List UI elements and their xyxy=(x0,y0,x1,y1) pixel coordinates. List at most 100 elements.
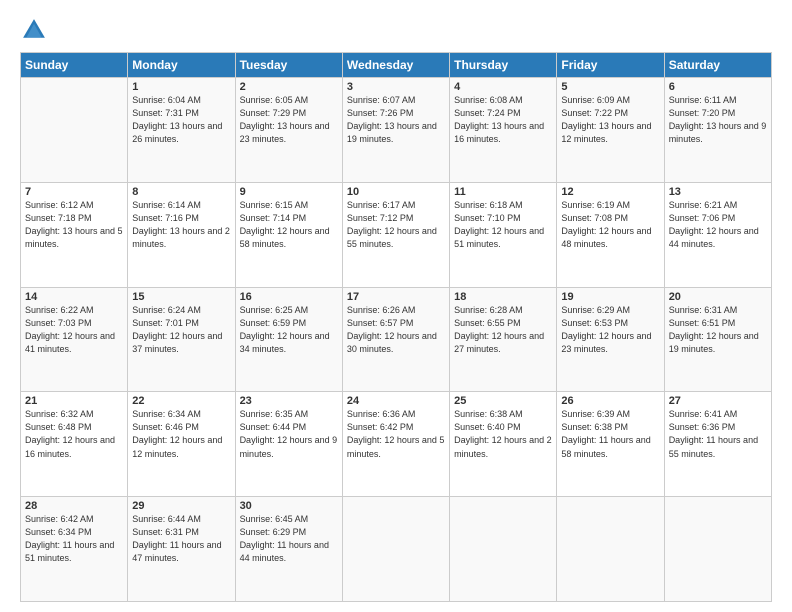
day-info: Sunrise: 6:38 AMSunset: 6:40 PMDaylight:… xyxy=(454,408,552,460)
day-number: 18 xyxy=(454,291,552,303)
day-info: Sunrise: 6:21 AMSunset: 7:06 PMDaylight:… xyxy=(669,199,767,251)
day-info: Sunrise: 6:45 AMSunset: 6:29 PMDaylight:… xyxy=(240,513,338,565)
week-row-1: 1Sunrise: 6:04 AMSunset: 7:31 PMDaylight… xyxy=(21,78,772,183)
day-cell: 8Sunrise: 6:14 AMSunset: 7:16 PMDaylight… xyxy=(128,182,235,287)
day-info: Sunrise: 6:24 AMSunset: 7:01 PMDaylight:… xyxy=(132,304,230,356)
day-info: Sunrise: 6:19 AMSunset: 7:08 PMDaylight:… xyxy=(561,199,659,251)
day-info: Sunrise: 6:35 AMSunset: 6:44 PMDaylight:… xyxy=(240,408,338,460)
day-info: Sunrise: 6:28 AMSunset: 6:55 PMDaylight:… xyxy=(454,304,552,356)
day-cell: 22Sunrise: 6:34 AMSunset: 6:46 PMDayligh… xyxy=(128,392,235,497)
day-cell xyxy=(21,78,128,183)
day-cell: 17Sunrise: 6:26 AMSunset: 6:57 PMDayligh… xyxy=(342,287,449,392)
day-number: 16 xyxy=(240,291,338,303)
weekday-header-monday: Monday xyxy=(128,53,235,78)
day-cell: 20Sunrise: 6:31 AMSunset: 6:51 PMDayligh… xyxy=(664,287,771,392)
day-number: 8 xyxy=(132,186,230,198)
day-number: 17 xyxy=(347,291,445,303)
header xyxy=(20,16,772,44)
day-info: Sunrise: 6:17 AMSunset: 7:12 PMDaylight:… xyxy=(347,199,445,251)
day-cell: 25Sunrise: 6:38 AMSunset: 6:40 PMDayligh… xyxy=(450,392,557,497)
weekday-header-row: SundayMondayTuesdayWednesdayThursdayFrid… xyxy=(21,53,772,78)
day-cell xyxy=(450,497,557,602)
day-cell: 12Sunrise: 6:19 AMSunset: 7:08 PMDayligh… xyxy=(557,182,664,287)
day-number: 13 xyxy=(669,186,767,198)
day-info: Sunrise: 6:05 AMSunset: 7:29 PMDaylight:… xyxy=(240,94,338,146)
day-cell xyxy=(557,497,664,602)
day-cell: 24Sunrise: 6:36 AMSunset: 6:42 PMDayligh… xyxy=(342,392,449,497)
day-info: Sunrise: 6:29 AMSunset: 6:53 PMDaylight:… xyxy=(561,304,659,356)
day-cell xyxy=(664,497,771,602)
day-number: 5 xyxy=(561,81,659,93)
day-number: 22 xyxy=(132,395,230,407)
day-cell: 30Sunrise: 6:45 AMSunset: 6:29 PMDayligh… xyxy=(235,497,342,602)
day-info: Sunrise: 6:32 AMSunset: 6:48 PMDaylight:… xyxy=(25,408,123,460)
day-number: 4 xyxy=(454,81,552,93)
day-cell: 7Sunrise: 6:12 AMSunset: 7:18 PMDaylight… xyxy=(21,182,128,287)
weekday-header-tuesday: Tuesday xyxy=(235,53,342,78)
day-number: 20 xyxy=(669,291,767,303)
day-cell: 2Sunrise: 6:05 AMSunset: 7:29 PMDaylight… xyxy=(235,78,342,183)
day-cell: 27Sunrise: 6:41 AMSunset: 6:36 PMDayligh… xyxy=(664,392,771,497)
day-cell: 5Sunrise: 6:09 AMSunset: 7:22 PMDaylight… xyxy=(557,78,664,183)
day-number: 7 xyxy=(25,186,123,198)
calendar: SundayMondayTuesdayWednesdayThursdayFrid… xyxy=(20,52,772,602)
day-number: 11 xyxy=(454,186,552,198)
day-info: Sunrise: 6:18 AMSunset: 7:10 PMDaylight:… xyxy=(454,199,552,251)
day-cell: 14Sunrise: 6:22 AMSunset: 7:03 PMDayligh… xyxy=(21,287,128,392)
day-cell: 4Sunrise: 6:08 AMSunset: 7:24 PMDaylight… xyxy=(450,78,557,183)
day-info: Sunrise: 6:11 AMSunset: 7:20 PMDaylight:… xyxy=(669,94,767,146)
day-cell: 29Sunrise: 6:44 AMSunset: 6:31 PMDayligh… xyxy=(128,497,235,602)
day-info: Sunrise: 6:12 AMSunset: 7:18 PMDaylight:… xyxy=(25,199,123,251)
day-info: Sunrise: 6:07 AMSunset: 7:26 PMDaylight:… xyxy=(347,94,445,146)
day-number: 12 xyxy=(561,186,659,198)
day-number: 25 xyxy=(454,395,552,407)
weekday-header-sunday: Sunday xyxy=(21,53,128,78)
day-info: Sunrise: 6:36 AMSunset: 6:42 PMDaylight:… xyxy=(347,408,445,460)
day-info: Sunrise: 6:44 AMSunset: 6:31 PMDaylight:… xyxy=(132,513,230,565)
day-info: Sunrise: 6:04 AMSunset: 7:31 PMDaylight:… xyxy=(132,94,230,146)
weekday-header-saturday: Saturday xyxy=(664,53,771,78)
day-info: Sunrise: 6:08 AMSunset: 7:24 PMDaylight:… xyxy=(454,94,552,146)
day-info: Sunrise: 6:26 AMSunset: 6:57 PMDaylight:… xyxy=(347,304,445,356)
day-cell: 3Sunrise: 6:07 AMSunset: 7:26 PMDaylight… xyxy=(342,78,449,183)
day-cell: 15Sunrise: 6:24 AMSunset: 7:01 PMDayligh… xyxy=(128,287,235,392)
day-number: 15 xyxy=(132,291,230,303)
day-number: 27 xyxy=(669,395,767,407)
day-number: 29 xyxy=(132,500,230,512)
day-cell: 1Sunrise: 6:04 AMSunset: 7:31 PMDaylight… xyxy=(128,78,235,183)
day-info: Sunrise: 6:31 AMSunset: 6:51 PMDaylight:… xyxy=(669,304,767,356)
day-number: 28 xyxy=(25,500,123,512)
page: SundayMondayTuesdayWednesdayThursdayFrid… xyxy=(0,0,792,612)
day-cell: 16Sunrise: 6:25 AMSunset: 6:59 PMDayligh… xyxy=(235,287,342,392)
day-info: Sunrise: 6:09 AMSunset: 7:22 PMDaylight:… xyxy=(561,94,659,146)
day-info: Sunrise: 6:15 AMSunset: 7:14 PMDaylight:… xyxy=(240,199,338,251)
day-cell: 19Sunrise: 6:29 AMSunset: 6:53 PMDayligh… xyxy=(557,287,664,392)
day-cell: 11Sunrise: 6:18 AMSunset: 7:10 PMDayligh… xyxy=(450,182,557,287)
day-info: Sunrise: 6:34 AMSunset: 6:46 PMDaylight:… xyxy=(132,408,230,460)
week-row-3: 14Sunrise: 6:22 AMSunset: 7:03 PMDayligh… xyxy=(21,287,772,392)
day-number: 23 xyxy=(240,395,338,407)
weekday-header-wednesday: Wednesday xyxy=(342,53,449,78)
day-info: Sunrise: 6:42 AMSunset: 6:34 PMDaylight:… xyxy=(25,513,123,565)
week-row-5: 28Sunrise: 6:42 AMSunset: 6:34 PMDayligh… xyxy=(21,497,772,602)
day-info: Sunrise: 6:22 AMSunset: 7:03 PMDaylight:… xyxy=(25,304,123,356)
week-row-4: 21Sunrise: 6:32 AMSunset: 6:48 PMDayligh… xyxy=(21,392,772,497)
day-info: Sunrise: 6:39 AMSunset: 6:38 PMDaylight:… xyxy=(561,408,659,460)
day-cell: 28Sunrise: 6:42 AMSunset: 6:34 PMDayligh… xyxy=(21,497,128,602)
day-cell: 6Sunrise: 6:11 AMSunset: 7:20 PMDaylight… xyxy=(664,78,771,183)
day-cell xyxy=(342,497,449,602)
day-number: 9 xyxy=(240,186,338,198)
day-cell: 23Sunrise: 6:35 AMSunset: 6:44 PMDayligh… xyxy=(235,392,342,497)
day-number: 14 xyxy=(25,291,123,303)
day-cell: 9Sunrise: 6:15 AMSunset: 7:14 PMDaylight… xyxy=(235,182,342,287)
logo xyxy=(20,16,52,44)
day-number: 21 xyxy=(25,395,123,407)
day-cell: 21Sunrise: 6:32 AMSunset: 6:48 PMDayligh… xyxy=(21,392,128,497)
day-info: Sunrise: 6:41 AMSunset: 6:36 PMDaylight:… xyxy=(669,408,767,460)
day-number: 3 xyxy=(347,81,445,93)
weekday-header-friday: Friday xyxy=(557,53,664,78)
week-row-2: 7Sunrise: 6:12 AMSunset: 7:18 PMDaylight… xyxy=(21,182,772,287)
day-cell: 13Sunrise: 6:21 AMSunset: 7:06 PMDayligh… xyxy=(664,182,771,287)
day-number: 1 xyxy=(132,81,230,93)
day-cell: 18Sunrise: 6:28 AMSunset: 6:55 PMDayligh… xyxy=(450,287,557,392)
